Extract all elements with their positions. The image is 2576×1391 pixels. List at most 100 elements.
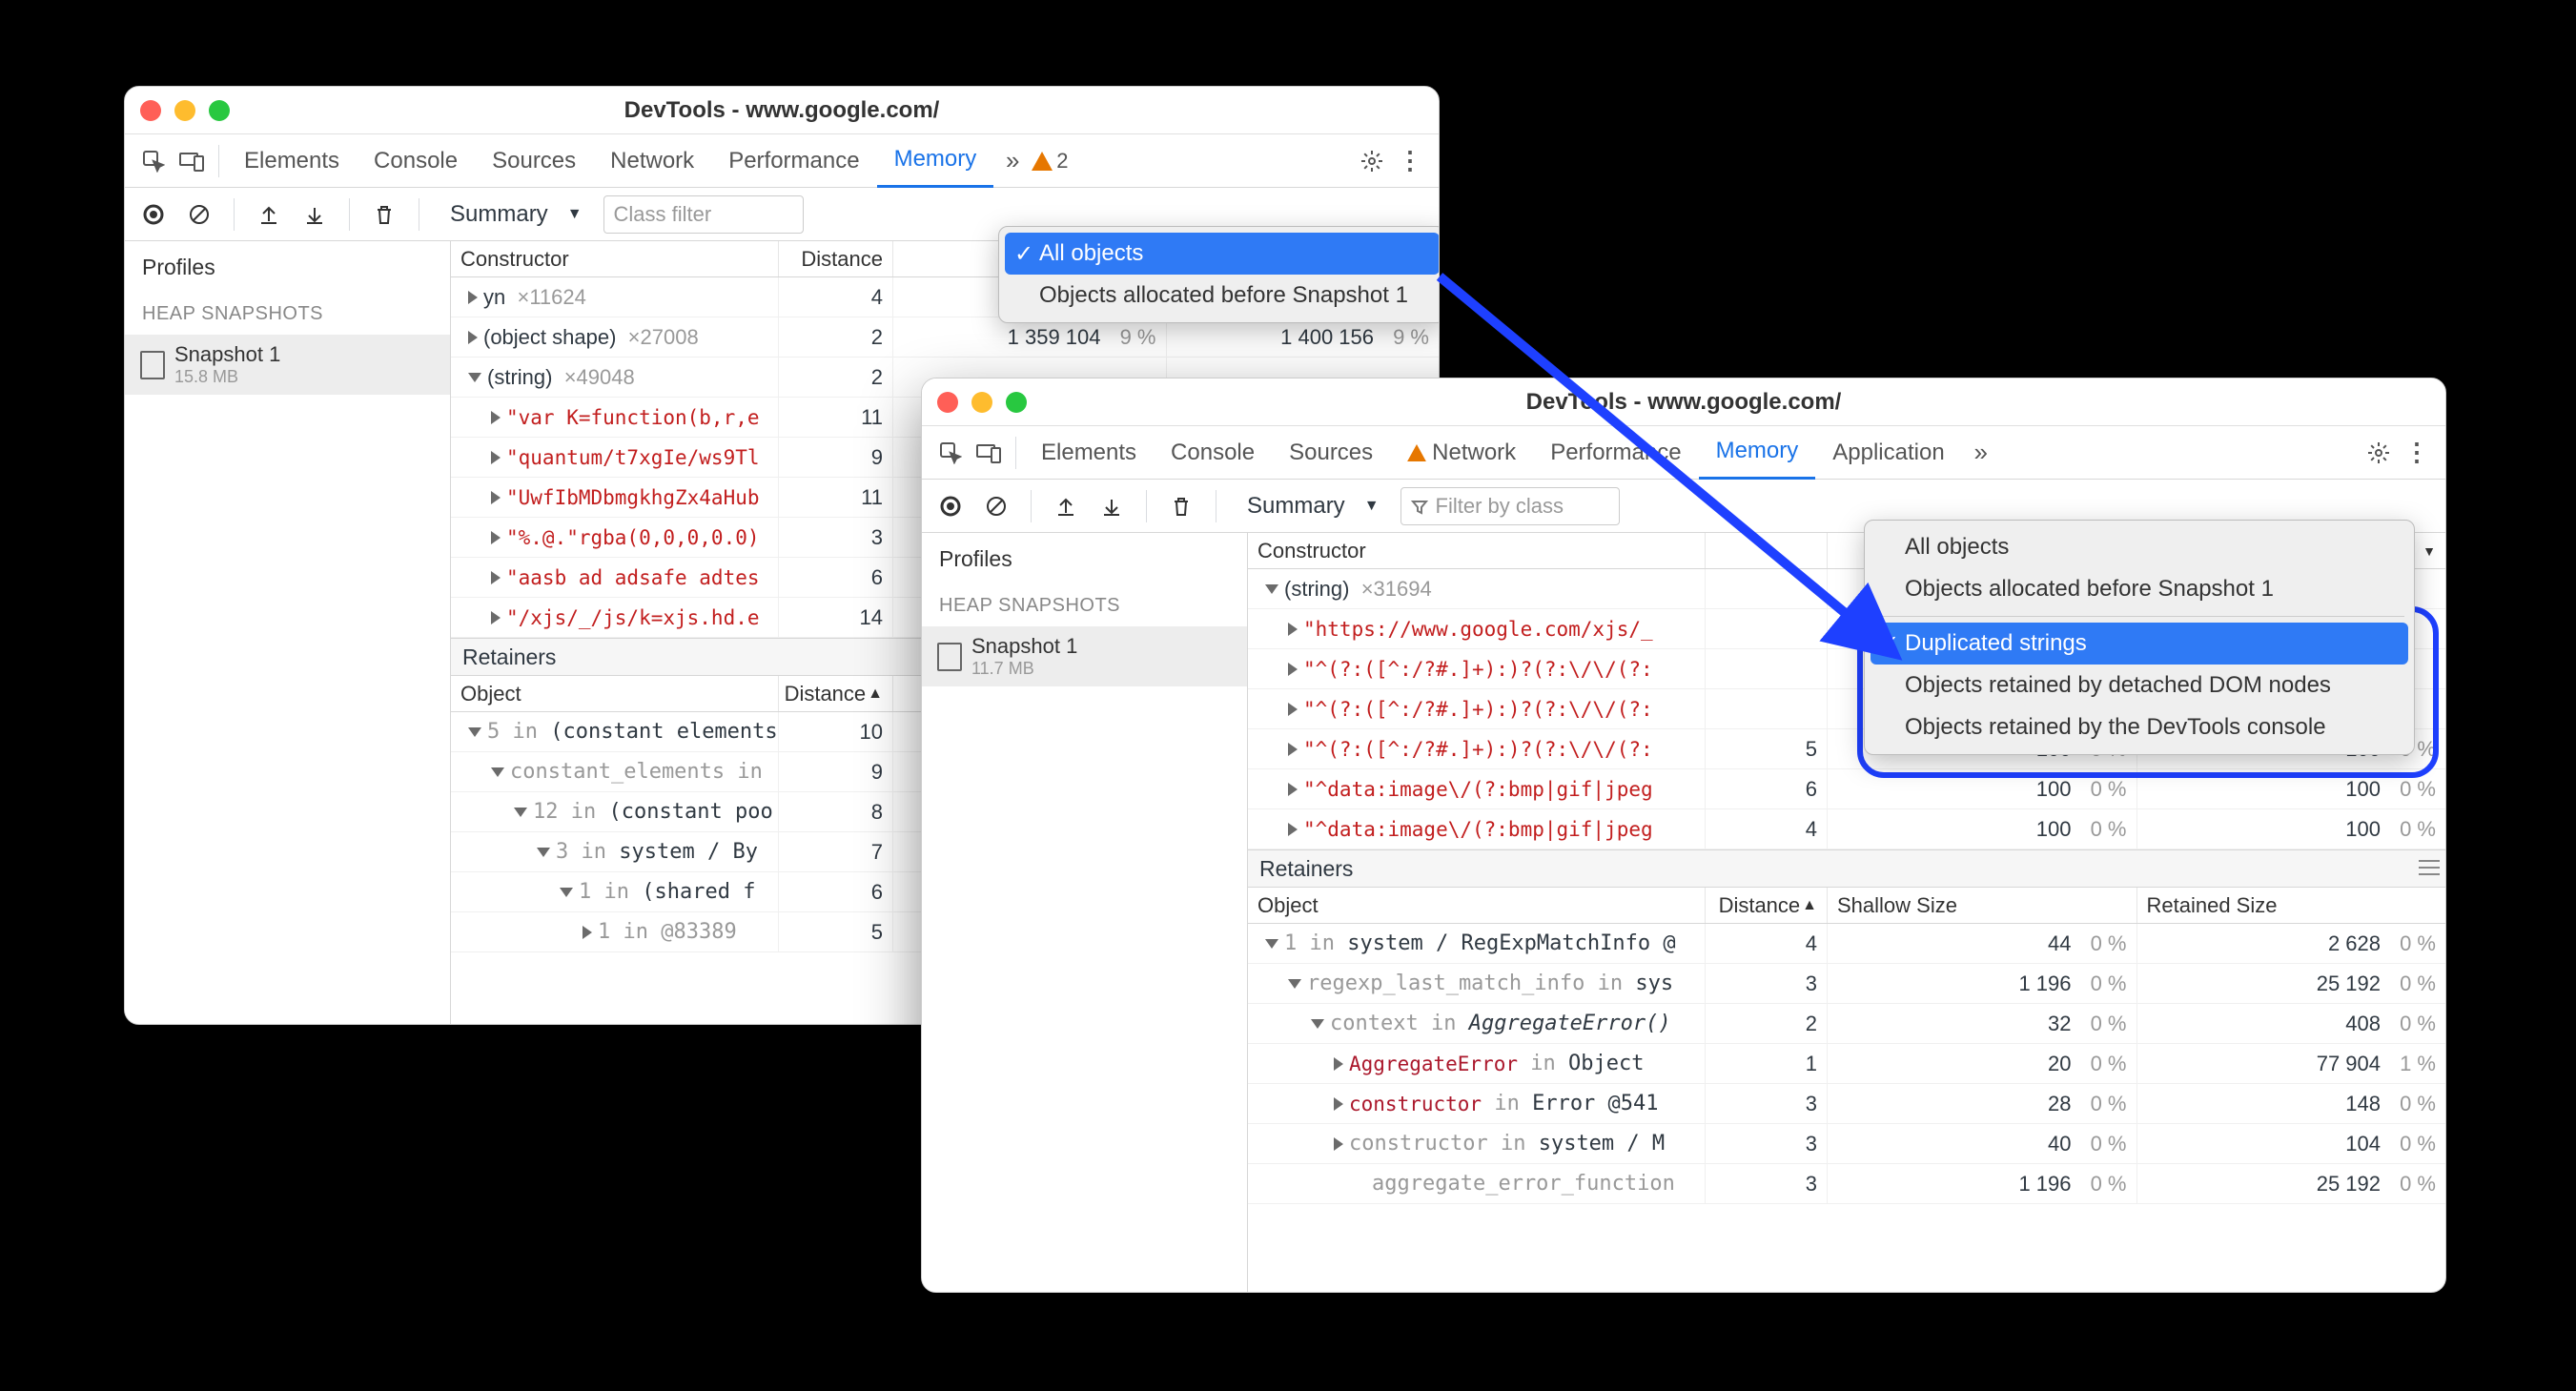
filter-dropdown-b[interactable]: All objects Objects allocated before Sna… xyxy=(1864,520,2415,755)
tab-sources[interactable]: Sources xyxy=(1272,426,1390,480)
class-filter-input[interactable]: Class filter xyxy=(603,195,804,234)
tab-application[interactable]: Application xyxy=(1815,426,1961,480)
col-constructor[interactable]: Constructor xyxy=(1248,533,1706,568)
inspect-icon[interactable] xyxy=(931,434,970,472)
dropdown-item-before-snapshot[interactable]: Objects allocated before Snapshot 1 xyxy=(1871,568,2408,610)
dropdown-item-detached-dom[interactable]: Objects retained by detached DOM nodes xyxy=(1871,665,2408,706)
col-object[interactable]: Object xyxy=(1248,888,1706,923)
col-shallow[interactable]: Shallow Size xyxy=(1828,888,2137,923)
chevron-down-icon[interactable]: ▼ xyxy=(2423,543,2436,559)
kebab-menu-icon[interactable]: ⋮ xyxy=(2398,434,2436,472)
sidebar-profiles: Profiles xyxy=(125,241,450,294)
table-row[interactable]: "^data:image\/(?:bmp|gif|jpeg41000 %1000… xyxy=(1248,809,2445,849)
col-object[interactable]: Object xyxy=(451,676,779,711)
tab-elements[interactable]: Elements xyxy=(227,134,357,188)
upload-icon[interactable] xyxy=(250,195,288,234)
sidebar: Profiles HEAP SNAPSHOTS Snapshot 1 15.8 … xyxy=(125,241,451,1024)
device-toggle-icon[interactable] xyxy=(970,434,1008,472)
snapshot-size: 11.7 MB xyxy=(971,659,1077,679)
gear-icon[interactable] xyxy=(2360,434,2398,472)
kebab-menu-icon[interactable]: ⋮ xyxy=(1391,142,1429,180)
window-title: DevTools - www.google.com/ xyxy=(125,97,1439,124)
check-icon: ✓ xyxy=(1014,240,1033,268)
warnings-badge[interactable]: 2 xyxy=(1032,149,1068,174)
main-tabs: Elements Console Sources Network Perform… xyxy=(922,426,2445,480)
dropdown-item-devtools-console[interactable]: Objects retained by the DevTools console xyxy=(1871,706,2408,748)
minimize-icon[interactable] xyxy=(971,392,992,413)
class-filter-placeholder: Class filter xyxy=(614,202,712,227)
table-row[interactable]: "^data:image\/(?:bmp|gif|jpeg61000 %1000… xyxy=(1248,769,2445,809)
filter-placeholder: Filter by class xyxy=(1436,494,1564,519)
col-constructor[interactable]: Constructor xyxy=(451,241,779,276)
tab-console[interactable]: Console xyxy=(357,134,475,188)
tab-memory[interactable]: Memory xyxy=(1699,426,1816,480)
dropdown-item-duplicated-strings[interactable]: ✓ Duplicated strings xyxy=(1871,623,2408,665)
tab-performance[interactable]: Performance xyxy=(1533,426,1698,480)
retainer-row[interactable]: 1 in system / RegExpMatchInfo @4440 %2 6… xyxy=(1248,924,2445,964)
close-icon[interactable] xyxy=(937,392,958,413)
upload-icon[interactable] xyxy=(1047,487,1085,525)
tab-network[interactable]: Network xyxy=(593,134,711,188)
filter-dropdown-a[interactable]: ✓ All objects Objects allocated before S… xyxy=(998,226,1440,323)
retainer-row[interactable]: constructor in system / M3400 %1040 % xyxy=(1248,1124,2445,1164)
record-icon[interactable] xyxy=(134,195,173,234)
menu-icon[interactable] xyxy=(2419,856,2440,882)
document-icon xyxy=(140,351,165,379)
chevron-down-icon: ▼ xyxy=(567,206,583,223)
snapshot-size: 15.8 MB xyxy=(174,367,280,387)
retainer-row[interactable]: constructor in Error @5413280 %1480 % xyxy=(1248,1084,2445,1124)
devtools-window-b: DevTools - www.google.com/ Elements Cons… xyxy=(921,378,2446,1293)
view-select-label: Summary xyxy=(1247,493,1345,520)
snapshot-name: Snapshot 1 xyxy=(971,634,1077,659)
traffic-lights xyxy=(937,392,1027,413)
snapshot-item[interactable]: Snapshot 1 15.8 MB xyxy=(125,335,450,395)
col-distance-r[interactable]: Distance▲ xyxy=(779,676,893,711)
minimize-icon[interactable] xyxy=(174,100,195,121)
class-filter-input[interactable]: Filter by class xyxy=(1400,487,1620,525)
dropdown-item-before-snapshot[interactable]: Objects allocated before Snapshot 1 xyxy=(1005,275,1440,317)
sidebar-heap-snapshots: HEAP SNAPSHOTS xyxy=(922,585,1247,626)
trash-icon[interactable] xyxy=(365,195,403,234)
maximize-icon[interactable] xyxy=(209,100,230,121)
clear-icon[interactable] xyxy=(977,487,1015,525)
tab-network[interactable]: Network xyxy=(1390,426,1533,480)
table-row[interactable]: (object shape) ×27008 2 1 359 1049 % 1 4… xyxy=(451,317,1439,358)
snapshot-item[interactable]: Snapshot 1 11.7 MB xyxy=(922,626,1247,686)
tab-performance[interactable]: Performance xyxy=(711,134,876,188)
sidebar-profiles: Profiles xyxy=(922,533,1247,585)
clear-icon[interactable] xyxy=(180,195,218,234)
view-select[interactable]: Summary ▼ xyxy=(1237,487,1389,525)
retainer-row[interactable]: context in AggregateError()2320 %4080 % xyxy=(1248,1004,2445,1044)
record-icon[interactable] xyxy=(931,487,970,525)
tab-sources[interactable]: Sources xyxy=(475,134,593,188)
titlebar: DevTools - www.google.com/ xyxy=(125,87,1439,134)
more-tabs-icon[interactable]: » xyxy=(1962,434,2000,472)
document-icon xyxy=(937,643,962,671)
snapshot-name: Snapshot 1 xyxy=(174,342,280,367)
maximize-icon[interactable] xyxy=(1006,392,1027,413)
tab-elements[interactable]: Elements xyxy=(1024,426,1154,480)
gear-icon[interactable] xyxy=(1353,142,1391,180)
traffic-lights xyxy=(140,100,230,121)
download-icon[interactable] xyxy=(296,195,334,234)
retainer-row[interactable]: aggregate_error_function31 1960 %25 1920… xyxy=(1248,1164,2445,1204)
inspect-icon[interactable] xyxy=(134,142,173,180)
download-icon[interactable] xyxy=(1093,487,1131,525)
trash-icon[interactable] xyxy=(1162,487,1200,525)
device-toggle-icon[interactable] xyxy=(173,142,211,180)
view-select[interactable]: Summary ▼ xyxy=(440,195,592,234)
tab-console[interactable]: Console xyxy=(1154,426,1272,480)
dropdown-item-all-objects[interactable]: ✓ All objects xyxy=(1005,233,1440,275)
retainer-row[interactable]: regexp_last_match_info in sys31 1960 %25… xyxy=(1248,964,2445,1004)
tab-memory[interactable]: Memory xyxy=(877,134,994,188)
dropdown-item-all-objects[interactable]: All objects xyxy=(1871,526,2408,568)
more-tabs-icon[interactable]: » xyxy=(993,142,1032,180)
check-icon: ✓ xyxy=(1880,630,1899,658)
col-distance[interactable]: Distance▲ xyxy=(1706,888,1828,923)
retainer-row[interactable]: AggregateError in Object1200 %77 9041 % xyxy=(1248,1044,2445,1084)
retainers-title: Retainers xyxy=(1248,849,2445,888)
col-retained[interactable]: Retained Size xyxy=(2137,888,2446,923)
col-distance[interactable]: Distance xyxy=(779,241,893,276)
main-tabs: Elements Console Sources Network Perform… xyxy=(125,134,1439,188)
close-icon[interactable] xyxy=(140,100,161,121)
